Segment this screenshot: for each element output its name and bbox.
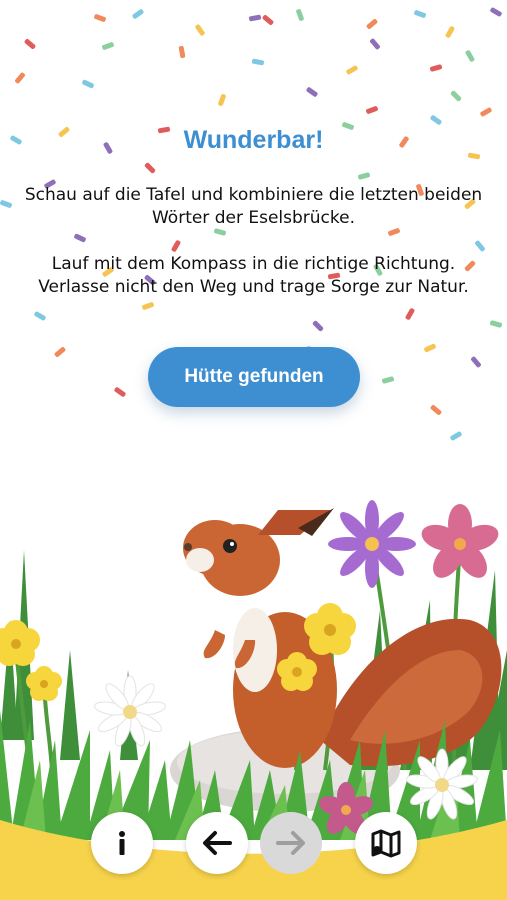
purple-flower bbox=[328, 500, 416, 588]
confetti-piece bbox=[450, 90, 462, 102]
confetti-piece bbox=[490, 7, 502, 17]
confetti-piece bbox=[414, 10, 426, 18]
confetti-piece bbox=[171, 240, 181, 252]
yellow-flower bbox=[304, 603, 356, 655]
confetti-piece bbox=[214, 228, 226, 236]
confetti-piece bbox=[178, 45, 186, 59]
confetti-piece bbox=[218, 94, 226, 106]
arrow-left-icon bbox=[203, 831, 232, 855]
confetti-piece bbox=[195, 24, 205, 36]
confetti-piece bbox=[445, 26, 455, 38]
map-button[interactable] bbox=[355, 812, 417, 874]
confetti-piece bbox=[114, 387, 126, 397]
confetti-piece bbox=[366, 19, 378, 29]
map-icon bbox=[371, 829, 401, 858]
confetti-piece bbox=[82, 79, 94, 89]
confetti-piece bbox=[0, 200, 12, 208]
confetti-piece bbox=[74, 233, 86, 243]
confetti-piece bbox=[424, 343, 436, 353]
confetti-piece bbox=[34, 311, 46, 321]
confetti-piece bbox=[471, 356, 481, 368]
confetti-piece bbox=[465, 50, 475, 62]
info-icon bbox=[119, 831, 125, 855]
confetti-piece bbox=[430, 64, 442, 72]
guidance-text: Lauf mit dem Kompass in die richtige Ric… bbox=[38, 254, 469, 297]
forward-button[interactable] bbox=[260, 812, 322, 874]
confetti-piece bbox=[346, 65, 358, 75]
confetti-piece bbox=[24, 39, 36, 49]
confetti-piece bbox=[102, 42, 114, 50]
confetti-piece bbox=[94, 14, 106, 22]
confetti-piece bbox=[296, 9, 304, 21]
confetti-piece bbox=[54, 347, 66, 357]
page-title: Wunderbar! bbox=[183, 126, 324, 154]
confetti-piece bbox=[405, 308, 415, 320]
confetti-piece bbox=[144, 162, 156, 174]
confetti-piece bbox=[366, 106, 378, 114]
confetti-piece bbox=[358, 172, 370, 180]
instruction-text: Schau auf die Tafel und kombiniere die l… bbox=[24, 185, 483, 228]
info-button[interactable] bbox=[91, 812, 153, 874]
yellow-flower bbox=[26, 666, 62, 701]
yellow-flower bbox=[0, 620, 40, 666]
confetti-piece bbox=[248, 14, 262, 22]
confetti-piece bbox=[15, 72, 25, 84]
confetti-piece bbox=[251, 58, 265, 66]
confetti-piece bbox=[490, 320, 502, 328]
confetti-piece bbox=[142, 302, 154, 310]
confetti-piece bbox=[262, 15, 274, 25]
confetti-piece bbox=[430, 405, 442, 415]
confetti-piece bbox=[132, 9, 144, 19]
confetti-piece bbox=[430, 115, 442, 125]
confetti-piece bbox=[480, 107, 492, 117]
confetti-piece bbox=[370, 38, 380, 50]
confetti-piece bbox=[475, 240, 485, 252]
hut-found-button[interactable]: Hütte gefunden bbox=[148, 347, 360, 407]
confetti-piece bbox=[306, 87, 318, 97]
back-button[interactable] bbox=[186, 812, 248, 874]
confetti-piece bbox=[312, 320, 324, 332]
meadow-illustration bbox=[0, 500, 507, 900]
arrow-right-icon bbox=[276, 831, 305, 855]
confetti-piece bbox=[382, 376, 394, 384]
